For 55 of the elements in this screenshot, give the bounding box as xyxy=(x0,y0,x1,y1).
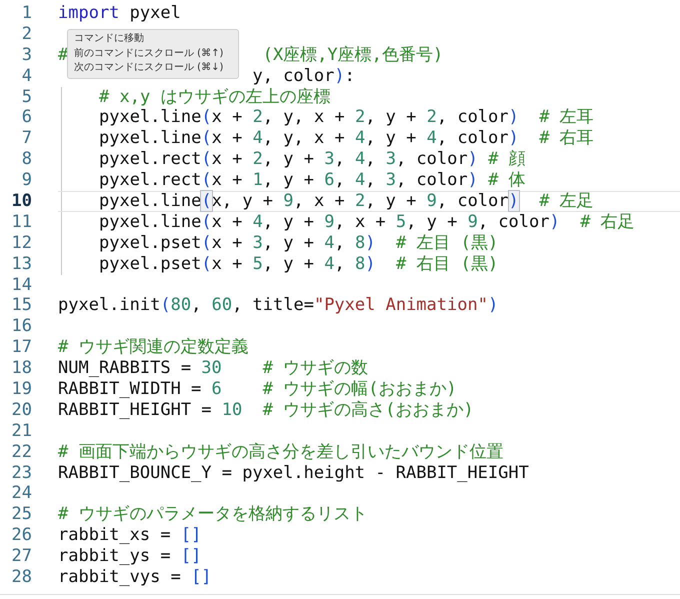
line-number: 1 xyxy=(20,3,32,24)
code-line: # ウサギ関連の定数定義 xyxy=(58,337,248,358)
line-number: 12 xyxy=(10,232,32,254)
code-line: rabbit_vys = [] xyxy=(58,567,212,588)
code-line: pyxel.line(x, y + 9, x + 2, y + 9, color) # 左足 xyxy=(99,192,594,211)
code-line: NUM_RABBITS = 30 # ウサギの数 xyxy=(58,358,368,380)
tooltip-item[interactable]: 次のコマンドにスクロール (⌘↓) xyxy=(74,61,232,76)
line-number: 10 xyxy=(10,191,32,212)
code-line: RABBIT_BOUNCE_Y = pyxel.height - RABBIT_HEIGHT xyxy=(58,462,529,484)
line-number: 27 xyxy=(10,546,32,568)
line-number: 20 xyxy=(10,400,32,421)
code-line: rabbit_xs = [] xyxy=(58,525,202,546)
line-number: 9 xyxy=(20,170,32,192)
code-line: pyxel.line(x + 4, y, x + 4, y + 4, color) # 右耳 xyxy=(99,128,594,150)
code-line: # x,y はウサギの左上の座標 xyxy=(99,86,330,108)
code-line: pyxel.init(80, 60, title="Pyxel Animation") xyxy=(58,295,498,316)
tooltip-item[interactable]: コマンドに移動 xyxy=(74,32,232,46)
line-number: 26 xyxy=(10,525,32,546)
line-number: 22 xyxy=(10,442,32,463)
line-number: 13 xyxy=(10,254,32,275)
code-line: pyxel.rect(x + 2, y + 3, 4, 3, color) # 顔 xyxy=(99,149,526,170)
code-line: pyxel.line(x + 2, y, x + 2, y + 2, color) # 左耳 xyxy=(99,107,594,128)
line-number: 25 xyxy=(10,504,32,526)
line-number: 19 xyxy=(10,379,32,400)
code-line: RABBIT_WIDTH = 6 # ウサギの幅(おおまか) xyxy=(58,379,457,400)
code-line: pyxel.rect(x + 1, y + 6, 4, 3, color) # 体 xyxy=(99,170,526,192)
code-line: RABBIT_HEIGHT = 10 # ウサギの高さ(おおまか) xyxy=(58,400,474,421)
code-line: # ウサギのパラメータを格納するリスト xyxy=(58,504,368,526)
line-number: 24 xyxy=(10,483,32,504)
code-line: (X座標,Y座標,色番号) xyxy=(262,44,444,66)
line-number: 16 xyxy=(10,316,32,338)
line-number: 17 xyxy=(10,337,32,358)
code-line: pyxel.line(x + 4, y + 9, x + 5, y + 9, color) # 右足 xyxy=(99,212,635,233)
tooltip-item[interactable]: 前のコマンドにスクロール (⌘↑) xyxy=(74,46,232,61)
line-number: 6 xyxy=(20,107,32,128)
code-line: # 画面下端からウサギの高さ分を差し引いたバウンド位置 xyxy=(58,442,504,463)
line-number: 3 xyxy=(20,44,32,66)
code-line: rabbit_ys = [] xyxy=(58,546,202,568)
line-number: 21 xyxy=(10,420,32,442)
line-number: 7 xyxy=(20,128,32,150)
code-line: pyxel.pset(x + 3, y + 4, 8) # 左目 (黒) xyxy=(99,232,498,254)
line-number: 4 xyxy=(20,66,32,87)
code-line: y, color): xyxy=(252,66,355,87)
line-number: 8 xyxy=(20,149,32,170)
code-line: pyxel.pset(x + 5, y + 4, 8) # 右目 (黒) xyxy=(99,254,498,275)
line-number: 28 xyxy=(10,567,32,588)
line-number: 18 xyxy=(10,358,32,380)
line-number: 15 xyxy=(10,295,32,316)
line-number: 2 xyxy=(20,24,32,45)
code-line: # xyxy=(58,44,68,66)
line-number: 14 xyxy=(10,274,32,296)
code-line: import pyxel xyxy=(58,3,181,24)
line-number: 23 xyxy=(10,462,32,484)
line-number: 11 xyxy=(10,212,32,233)
line-number: 5 xyxy=(20,86,32,108)
